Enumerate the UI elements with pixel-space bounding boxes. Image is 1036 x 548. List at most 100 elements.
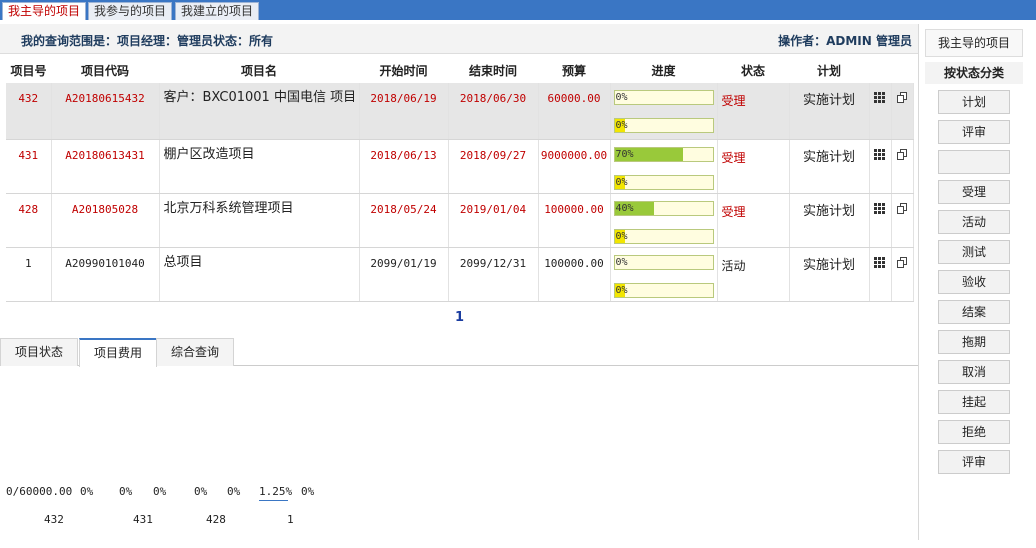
secondary-progress-label: 0%: [615, 230, 628, 242]
table-row[interactable]: 428 A201805028 北京万科系统管理项目 2018/05/24 201…: [6, 193, 914, 248]
cell-project-code[interactable]: A20180613431: [51, 139, 160, 194]
header-budget[interactable]: 预算: [538, 58, 610, 83]
copy-icon[interactable]: [896, 148, 908, 160]
secondary-progress-label: 0%: [615, 120, 628, 131]
tab-my-participated-projects[interactable]: 我参与的项目: [88, 2, 173, 20]
header-status[interactable]: 状态: [717, 58, 789, 83]
tab-project-status[interactable]: 项目状态: [0, 338, 79, 366]
status-filter-button[interactable]: 验收: [938, 270, 1010, 294]
copy-icon[interactable]: [896, 256, 908, 268]
cell-project-id: 431: [6, 139, 52, 194]
tab-project-cost[interactable]: 项目费用: [79, 338, 158, 367]
cell-plan[interactable]: 实施计划: [789, 83, 870, 140]
cell-project-code[interactable]: A20990101040: [51, 247, 160, 302]
cell-copy-action[interactable]: [891, 139, 914, 194]
cell-budget: 60000.00: [538, 83, 611, 140]
cost-label-pct: 0%: [119, 485, 133, 498]
progress-bar: 0%: [613, 254, 714, 270]
grid-icon[interactable]: [874, 202, 886, 214]
status-filter-button[interactable]: 测试: [938, 240, 1010, 264]
cell-copy-action[interactable]: [891, 83, 914, 140]
cell-project-name[interactable]: 总项目: [159, 247, 360, 302]
cell-progress: 40% 0%: [610, 193, 718, 248]
right-panel-divider: [918, 24, 919, 540]
header-start-time[interactable]: 开始时间: [359, 58, 448, 83]
cost-label-pct: 0%: [153, 485, 167, 498]
cell-grid-action[interactable]: [869, 83, 892, 140]
grid-icon[interactable]: [874, 148, 886, 160]
tab-my-created-projects[interactable]: 我建立的项目: [175, 2, 260, 20]
cost-project-id: 432: [44, 513, 64, 526]
secondary-progress-bar: 0%: [613, 118, 714, 133]
top-tab-bar: 我主导的项目 我参与的项目 我建立的项目: [0, 0, 1036, 20]
cost-project-id: 428: [206, 513, 226, 526]
cell-end-time: 2099/12/31: [448, 247, 539, 302]
status-filter-button[interactable]: 评审: [938, 120, 1010, 144]
cost-project-id: 431: [133, 513, 153, 526]
table-header-row: 项目号 项目代码 项目名 开始时间 结束时间 预算 进度 状态 计划: [6, 58, 913, 83]
copy-icon[interactable]: [896, 202, 908, 214]
cell-project-code[interactable]: A20180615432: [51, 83, 160, 140]
right-panel-header[interactable]: 我主导的项目: [925, 29, 1023, 57]
header-blank-2: [891, 58, 913, 83]
header-project-code[interactable]: 项目代码: [51, 58, 159, 83]
cost-label-underline: [259, 500, 288, 501]
cell-progress: 0% 0%: [610, 83, 718, 140]
cell-grid-action[interactable]: [869, 247, 892, 302]
tab-my-led-projects[interactable]: 我主导的项目: [2, 2, 87, 20]
copy-icon[interactable]: [896, 92, 908, 103]
status-filter-button[interactable]: 结案: [938, 300, 1010, 324]
cell-end-time: 2019/01/04: [448, 193, 539, 248]
cell-progress: 70% 0%: [610, 139, 718, 194]
tab-combined-query[interactable]: 综合查询: [156, 338, 235, 366]
cell-project-name[interactable]: 棚户区改造项目: [159, 139, 360, 194]
cell-grid-action[interactable]: [869, 139, 892, 194]
table-row[interactable]: 1 A20990101040 总项目 2099/01/19 2099/12/31…: [6, 247, 914, 302]
pager-current-page[interactable]: 1: [455, 310, 464, 325]
header-project-name[interactable]: 项目名: [159, 58, 359, 83]
cell-copy-action[interactable]: [891, 193, 914, 248]
cell-project-name[interactable]: 客户：BXC01001 中国电信 项目: [159, 83, 360, 140]
progress-bar: 70%: [613, 146, 714, 162]
status-filter-button[interactable]: 活动: [938, 210, 1010, 234]
progress-label: 40%: [615, 202, 634, 214]
status-filter-button[interactable]: 计划: [938, 90, 1010, 114]
cell-project-code[interactable]: A201805028: [51, 193, 160, 248]
cell-grid-action[interactable]: [869, 193, 892, 248]
table-row[interactable]: 432 A20180615432 客户：BXC01001 中国电信 项目 201…: [6, 83, 914, 140]
status-filter-button[interactable]: 挂起: [938, 390, 1010, 414]
status-filter-button[interactable]: 拖期: [938, 330, 1010, 354]
cost-label-pct: 0%: [227, 485, 241, 498]
grid-icon[interactable]: [874, 92, 886, 103]
header-progress[interactable]: 进度: [610, 58, 717, 83]
header-blank-1: [869, 58, 891, 83]
cell-status: 受理: [717, 139, 790, 194]
cost-label-pct: 0%: [80, 485, 94, 498]
cell-plan[interactable]: 实施计划: [789, 247, 870, 302]
secondary-progress-bar: 0%: [613, 228, 714, 244]
grid-icon[interactable]: [874, 256, 886, 268]
cost-label-budget: 0/60000.00: [6, 485, 73, 498]
cell-start-time: 2018/06/13: [359, 139, 449, 194]
status-filter-button[interactable]: 评审: [938, 450, 1010, 474]
status-filter-button[interactable]: 取消: [938, 360, 1010, 384]
cell-project-name[interactable]: 北京万科系统管理项目: [159, 193, 360, 248]
operator-text: 操作者：ADMIN 管理员: [778, 34, 912, 48]
cell-start-time: 2099/01/19: [359, 247, 449, 302]
header-project-id[interactable]: 项目号: [6, 58, 51, 83]
cost-project-id: 1: [287, 513, 294, 526]
header-end-time[interactable]: 结束时间: [448, 58, 538, 83]
secondary-progress-bar: 0%: [613, 174, 714, 190]
cell-plan[interactable]: 实施计划: [789, 139, 870, 194]
header-plan[interactable]: 计划: [789, 58, 869, 83]
cell-plan[interactable]: 实施计划: [789, 193, 870, 248]
status-filter-button[interactable]: 拒绝: [938, 420, 1010, 444]
status-filter-button[interactable]: [938, 150, 1010, 174]
cell-project-id: 432: [6, 83, 52, 140]
table-row[interactable]: 431 A20180613431 棚户区改造项目 2018/06/13 2018…: [6, 139, 914, 194]
status-filter-button[interactable]: 受理: [938, 180, 1010, 204]
secondary-progress-label: 0%: [615, 284, 628, 296]
cell-copy-action[interactable]: [891, 247, 914, 302]
cell-project-id: 1: [6, 247, 52, 302]
progress-bar: 40%: [613, 200, 714, 216]
